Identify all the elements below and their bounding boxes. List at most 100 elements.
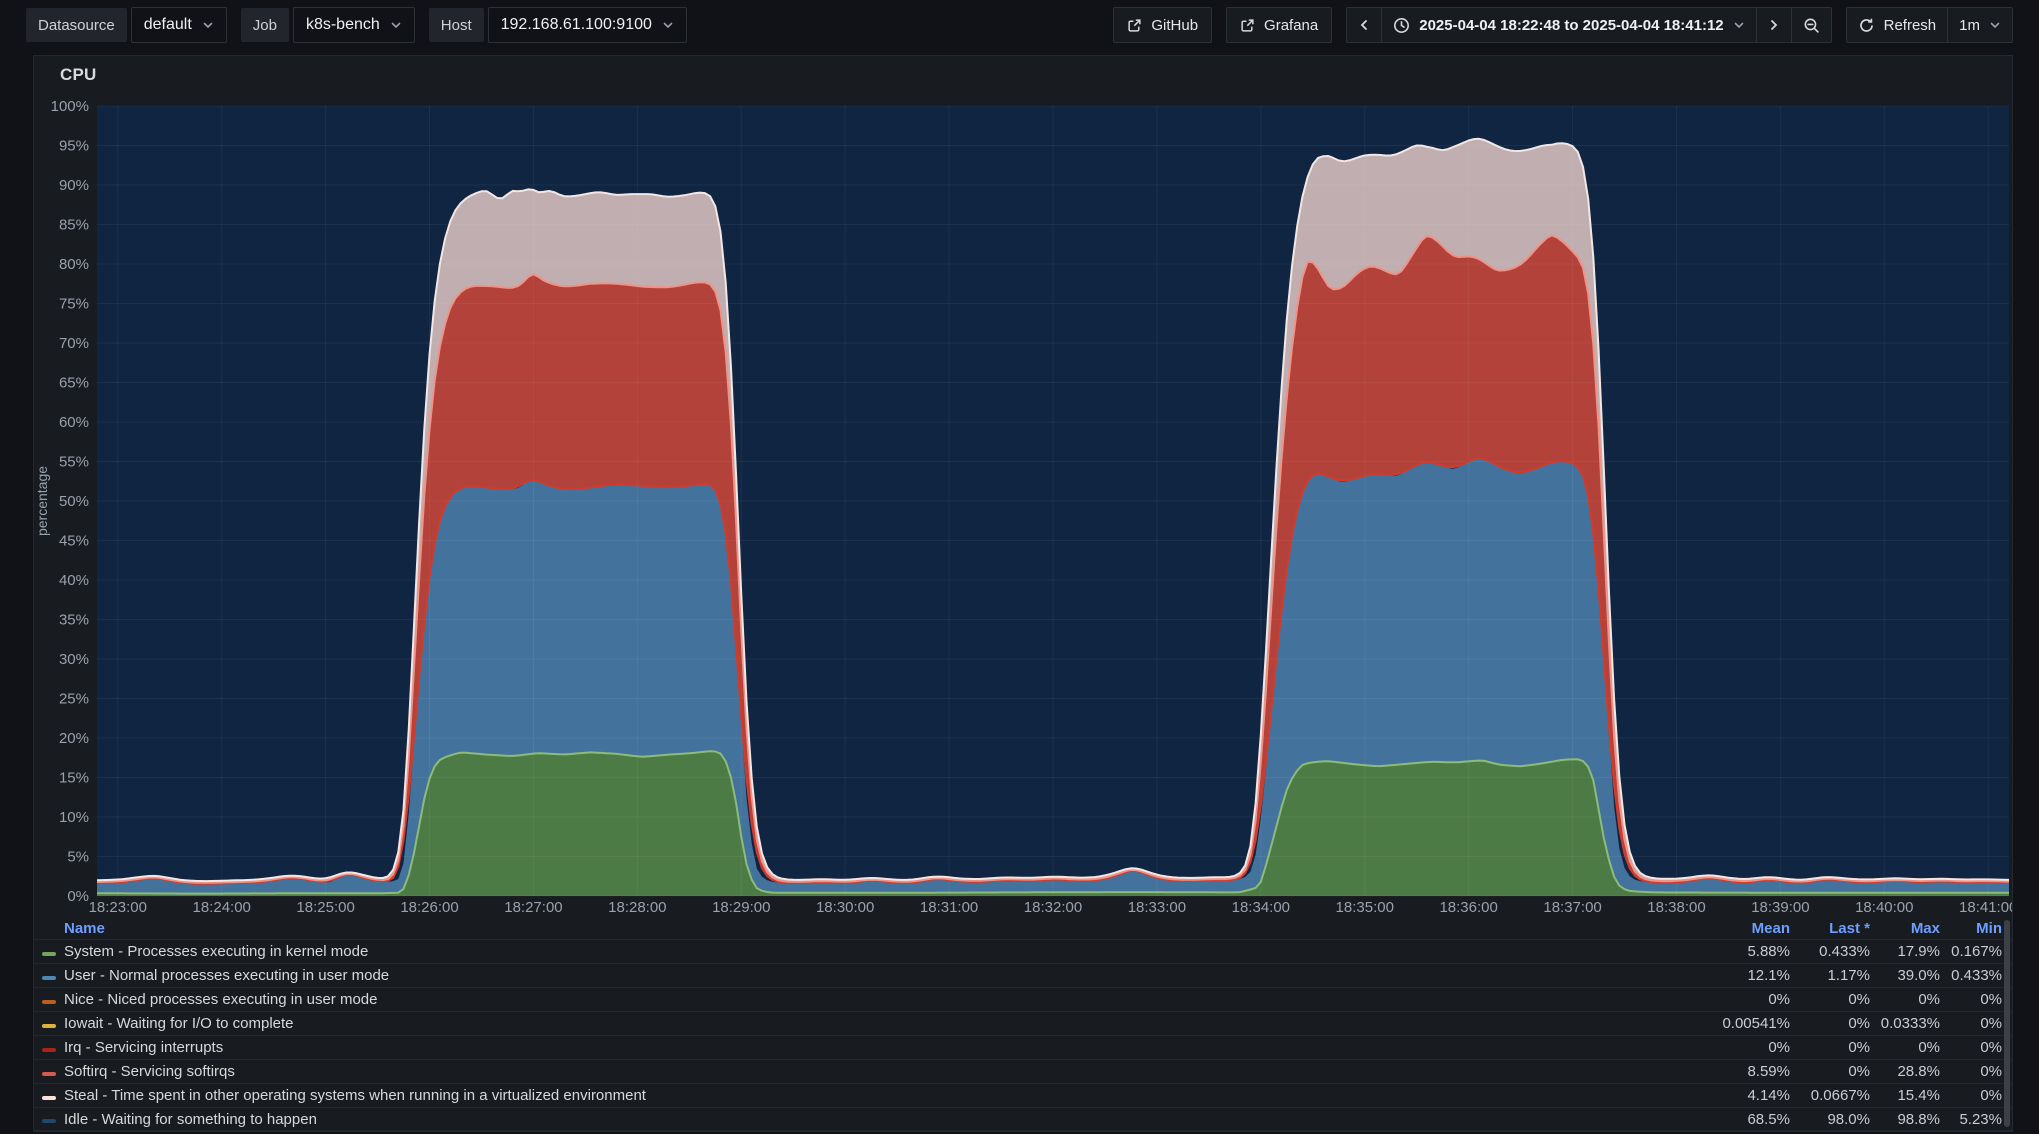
legend-series-name[interactable]: Iowait - Waiting for I/O to complete (64, 1015, 1680, 1032)
x-tick-label: 18:27:00 (504, 899, 562, 916)
legend-min-value: 0% (1940, 1015, 2002, 1032)
legend-scrollbar[interactable] (2004, 920, 2010, 1127)
datasource-select[interactable]: default (131, 7, 227, 43)
github-link-button[interactable]: GitHub (1113, 7, 1212, 43)
job-label: Job (241, 8, 289, 42)
x-tick-label: 18:29:00 (712, 899, 770, 916)
y-tick-label: 85% (59, 217, 89, 234)
x-tick-label: 18:40:00 (1855, 899, 1913, 916)
legend-row[interactable]: Softirq - Servicing softirqs8.59%0%28.8%… (34, 1059, 2012, 1083)
y-tick-label: 5% (67, 849, 89, 866)
y-tick-label: 80% (59, 256, 89, 273)
legend-row[interactable]: Nice - Niced processes executing in user… (34, 987, 2012, 1011)
refresh-interval-select[interactable]: 1m (1947, 8, 2012, 42)
host-field: Host 192.168.61.100:9100 (429, 7, 687, 43)
legend-col-name[interactable]: Name (64, 920, 1680, 937)
legend-swatch[interactable] (42, 1024, 56, 1028)
host-select[interactable]: 192.168.61.100:9100 (488, 7, 687, 43)
legend-swatch[interactable] (42, 976, 56, 980)
legend-swatch[interactable] (42, 1096, 56, 1100)
x-tick-label: 18:41:00 (1959, 899, 2012, 916)
refresh-group: Refresh 1m (1846, 7, 2013, 43)
grafana-link-button[interactable]: Grafana (1226, 7, 1332, 43)
x-tick-label: 18:31:00 (920, 899, 978, 916)
y-tick-label: 0% (67, 888, 89, 905)
legend-row[interactable]: Steal - Time spent in other operating sy… (34, 1083, 2012, 1107)
legend-last-value: 0% (1790, 1015, 1870, 1032)
job-select[interactable]: k8s-bench (293, 7, 415, 43)
time-range-button[interactable]: 2025-04-04 18:22:48 to 2025-04-04 18:41:… (1381, 8, 1755, 42)
cpu-chart[interactable]: 0%5%10%15%20%25%30%35%40%45%50%55%60%65%… (34, 56, 2012, 918)
legend-mean-value: 12.1% (1680, 967, 1790, 984)
x-tick-label: 18:23:00 (89, 899, 147, 916)
time-shift-back-button[interactable] (1347, 8, 1381, 42)
y-axis-title: percentage (34, 466, 50, 536)
legend-swatch[interactable] (42, 1048, 56, 1052)
magnifier-minus-icon (1803, 17, 1820, 34)
legend-series-name[interactable]: Steal - Time spent in other operating sy… (64, 1087, 1680, 1104)
x-tick-label: 18:39:00 (1751, 899, 1809, 916)
legend-min-value: 0.167% (1940, 943, 2002, 960)
legend-min-value: 5.23% (1940, 1111, 2002, 1128)
legend-mean-value: 5.88% (1680, 943, 1790, 960)
legend-series-name[interactable]: Irq - Servicing interrupts (64, 1039, 1680, 1056)
legend-min-value: 0% (1940, 1039, 2002, 1056)
y-tick-label: 45% (59, 533, 89, 550)
datasource-field: Datasource default (26, 7, 227, 43)
chevron-down-icon (202, 19, 214, 31)
legend-max-value: 0% (1870, 1039, 1940, 1056)
host-label: Host (429, 8, 484, 42)
host-value: 192.168.61.100:9100 (501, 16, 652, 34)
time-shift-forward-button[interactable] (1756, 8, 1791, 42)
legend-last-value: 98.0% (1790, 1111, 1870, 1128)
x-tick-label: 18:24:00 (193, 899, 251, 916)
legend-swatch[interactable] (42, 1072, 56, 1076)
legend-col-mean[interactable]: Mean (1680, 920, 1790, 937)
legend-last-value: 0% (1790, 1039, 1870, 1056)
legend-col-last[interactable]: Last * (1790, 920, 1870, 937)
legend-col-max[interactable]: Max (1870, 920, 1940, 937)
x-tick-label: 18:38:00 (1647, 899, 1705, 916)
x-tick-label: 18:36:00 (1439, 899, 1497, 916)
chevron-down-icon (662, 19, 674, 31)
legend-series-name[interactable]: Nice - Niced processes executing in user… (64, 991, 1680, 1008)
github-link-label: GitHub (1151, 17, 1198, 34)
refresh-button[interactable]: Refresh (1847, 8, 1948, 42)
refresh-interval-value: 1m (1959, 17, 1980, 34)
legend-row[interactable]: Iowait - Waiting for I/O to complete0.00… (34, 1011, 2012, 1035)
legend-row[interactable]: User - Normal processes executing in use… (34, 963, 2012, 987)
legend-mean-value: 4.14% (1680, 1087, 1790, 1104)
legend-last-value: 0% (1790, 1063, 1870, 1080)
legend-max-value: 17.9% (1870, 943, 1940, 960)
legend-swatch[interactable] (42, 952, 56, 956)
zoom-out-button[interactable] (1791, 8, 1831, 42)
x-tick-label: 18:32:00 (1024, 899, 1082, 916)
x-tick-label: 18:30:00 (816, 899, 874, 916)
legend: Name Mean Last * Max Min System - Proces… (34, 918, 2012, 1131)
legend-swatch[interactable] (42, 1119, 56, 1123)
x-tick-label: 18:28:00 (608, 899, 666, 916)
y-tick-label: 35% (59, 612, 89, 629)
legend-row[interactable]: System - Processes executing in kernel m… (34, 939, 2012, 963)
legend-row[interactable]: Irq - Servicing interrupts0%0%0%0% (34, 1035, 2012, 1059)
legend-min-value: 0% (1940, 991, 2002, 1008)
external-link-icon (1240, 18, 1255, 33)
legend-max-value: 98.8% (1870, 1111, 1940, 1128)
legend-max-value: 0% (1870, 991, 1940, 1008)
legend-series-name[interactable]: User - Normal processes executing in use… (64, 967, 1680, 984)
time-picker-group: 2025-04-04 18:22:48 to 2025-04-04 18:41:… (1346, 7, 1831, 43)
legend-swatch[interactable] (42, 1000, 56, 1004)
external-link-icon (1127, 18, 1142, 33)
legend-series-name[interactable]: Softirq - Servicing softirqs (64, 1063, 1680, 1080)
y-tick-label: 90% (59, 177, 89, 194)
legend-last-value: 0.0667% (1790, 1087, 1870, 1104)
legend-mean-value: 0% (1680, 991, 1790, 1008)
job-value: k8s-bench (306, 16, 380, 34)
datasource-label: Datasource (26, 8, 127, 42)
y-tick-label: 70% (59, 335, 89, 352)
legend-series-name[interactable]: System - Processes executing in kernel m… (64, 943, 1680, 960)
legend-last-value: 0.433% (1790, 943, 1870, 960)
legend-row[interactable]: Idle - Waiting for something to happen68… (34, 1107, 2012, 1131)
legend-series-name[interactable]: Idle - Waiting for something to happen (64, 1111, 1680, 1128)
legend-col-min[interactable]: Min (1940, 920, 2002, 937)
